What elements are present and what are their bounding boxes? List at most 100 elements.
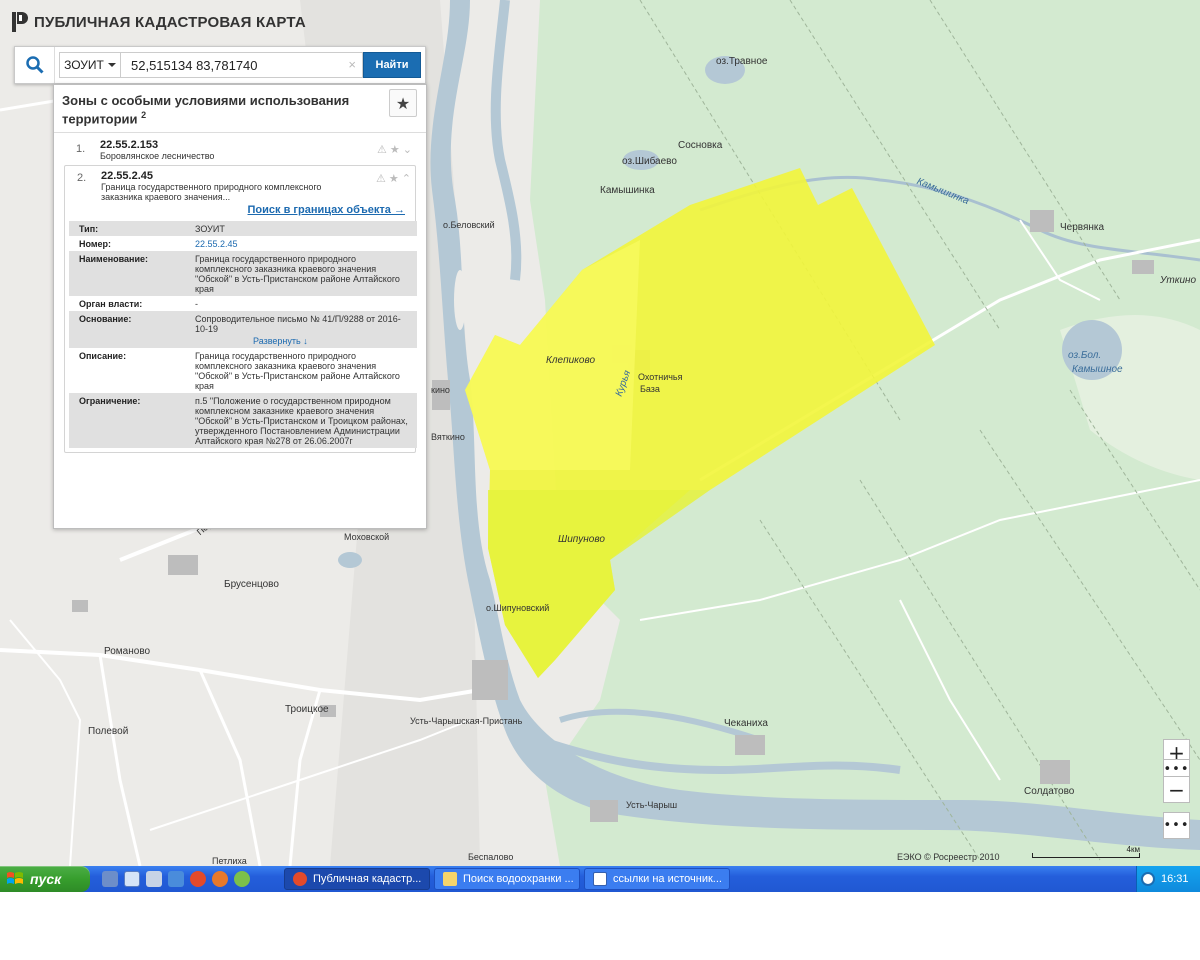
results-panel: Зоны с особыми условиями использования т…	[53, 84, 427, 529]
search-query-text: 52,515134 83,781740	[131, 57, 258, 73]
map-label-chervyanka: Червянка	[1060, 222, 1105, 233]
app-header: ПУБЛИЧНАЯ КАДАСТРОВАЯ КАРТА	[12, 12, 306, 32]
result-item-tools: ⚠ ★ ⌃	[376, 172, 411, 185]
task-button-links[interactable]: ссылки на источник...	[584, 868, 730, 890]
attr-value: ЗОУИТ	[185, 221, 417, 236]
quicklaunch-firefox-icon[interactable]	[212, 871, 228, 887]
panel-title-text: Зоны с особыми условиями использования т…	[62, 93, 350, 127]
attr-key: Тип:	[69, 221, 185, 236]
expand-link[interactable]: Развернуть ↓	[195, 336, 413, 346]
attr-row-description: Описание: Граница государственного приро…	[69, 348, 417, 393]
map-label-petlikha: Петлиха	[212, 856, 247, 866]
map-label-okhotnichya-2: База	[640, 384, 660, 394]
task-label: Поиск водоохранки ...	[463, 873, 574, 885]
map-label-kamyshinka: Камышинка	[600, 185, 655, 196]
tray-back-icon[interactable]	[1141, 872, 1155, 886]
star-icon: ★	[395, 93, 411, 113]
warning-icon[interactable]: ⚠	[376, 172, 386, 185]
find-button[interactable]: Найти	[363, 52, 421, 78]
result-item-2[interactable]: 2. 22.55.2.45 Граница государственного п…	[64, 165, 417, 453]
attr-value-cell: Сопроводительное письмо № 41/П/9288 от 2…	[185, 311, 417, 348]
start-button[interactable]: пуск	[0, 866, 90, 892]
map-label-kino: кино	[431, 385, 450, 395]
map-label-brusentsovo: Брусенцово	[224, 579, 279, 590]
scale-bar: 4км	[1032, 845, 1140, 859]
task-button-kadastr[interactable]: Публичная кадастр...	[284, 868, 430, 890]
search-bar: ЗОУИТ 52,515134 83,781740 × Найти	[14, 46, 426, 84]
search-type-select[interactable]: ЗОУИТ	[59, 52, 121, 78]
warning-icon[interactable]: ⚠	[377, 143, 387, 156]
taskbar: пуск Публичная кадастр... Поиск водоохра…	[0, 866, 1200, 892]
quicklaunch-save-icon[interactable]	[102, 871, 118, 887]
task-button-search[interactable]: Поиск водоохранки ...	[434, 868, 580, 890]
result-item-tools: ⚠ ★ ⌄	[377, 143, 412, 156]
quicklaunch-ie-icon[interactable]	[124, 871, 140, 887]
map-label-mokhovskoy: Моховской	[344, 532, 390, 542]
search-type-label: ЗОУИТ	[64, 58, 104, 72]
zoom-out-button[interactable]: −	[1163, 776, 1190, 803]
attr-row-authority: Орган власти: -	[69, 296, 417, 311]
map-label-oz-bol-2: Камышное	[1072, 364, 1123, 375]
more-options-button[interactable]: •••	[1163, 812, 1190, 839]
rosreestr-logo-icon	[12, 12, 28, 32]
map-label-klepikovo: Клепиково	[546, 355, 596, 366]
search-in-bounds-link[interactable]: Поиск в границах объекта →	[77, 204, 405, 216]
attr-key: Номер:	[69, 236, 185, 251]
map-label-troitskoe: Троицкое	[285, 704, 329, 715]
map-attribution: ЕЭКО © Росреестр 2010	[897, 852, 1000, 862]
map-label-chekanikha: Чеканиха	[724, 718, 768, 729]
result-item-code: 22.55.2.45	[101, 170, 153, 182]
map-label-oz-shibaevo: оз.Шибаево	[622, 156, 677, 167]
attr-value: п.5 "Положение о государственном природн…	[185, 393, 417, 448]
clear-icon[interactable]: ×	[348, 57, 356, 72]
search-input[interactable]: 52,515134 83,781740 ×	[121, 52, 363, 78]
attr-key: Ограничение:	[69, 393, 185, 448]
task-label: Публичная кадастр...	[313, 873, 422, 885]
panel-header: Зоны с особыми условиями использования т…	[54, 85, 426, 133]
attr-value: Граница государственного природного комп…	[185, 251, 417, 296]
quicklaunch-opera-icon[interactable]	[190, 871, 206, 887]
star-icon[interactable]: ★	[389, 172, 399, 185]
system-tray: 16:31	[1136, 866, 1200, 892]
map-label-ust-charyshskaya: Усть-Чарышская-Пристань	[410, 716, 523, 726]
attr-key: Описание:	[69, 348, 185, 393]
attr-value: Сопроводительное письмо № 41/П/9288 от 2…	[195, 314, 401, 334]
quicklaunch-arrows-icon[interactable]	[168, 871, 184, 887]
attr-row-restriction: Ограничение: п.5 "Положение о государств…	[69, 393, 417, 448]
task-label: ссылки на источник...	[613, 873, 722, 885]
map-label-shipunovo: Шипуново	[558, 534, 605, 545]
map-label-soldatovo: Солдатово	[1024, 786, 1075, 797]
map-canvas[interactable]: оз.Травное Сосновка оз.Шибаево Камышинка…	[0, 0, 1200, 866]
map-label-belpalovo: Беспалово	[468, 852, 514, 862]
scale-bar-line	[1032, 853, 1140, 858]
map-label-utkino: Уткино	[1160, 275, 1197, 286]
result-item-desc: Граница государственного природного комп…	[101, 182, 322, 202]
panel-title: Зоны с особыми условиями использования т…	[62, 93, 386, 126]
attr-key: Орган власти:	[69, 296, 185, 311]
attr-value: Граница государственного природного комп…	[185, 348, 417, 393]
star-icon[interactable]: ★	[390, 143, 400, 156]
map-label-polevoy: Полевой	[88, 726, 129, 737]
panel-count: 2	[141, 110, 147, 120]
map-label-romanovo: Романово	[104, 646, 151, 657]
attr-row-name: Наименование: Граница государственного п…	[69, 251, 417, 296]
chevron-up-icon[interactable]: ⌃	[402, 172, 411, 185]
clock: 16:31	[1161, 873, 1189, 885]
favorite-star-button[interactable]: ★	[389, 89, 417, 117]
map-label-sosnovka: Сосновка	[678, 140, 723, 151]
quicklaunch-doc-icon[interactable]	[146, 871, 162, 887]
result-item-1[interactable]: 1. 22.55.2.153 Боровлянское лесничество …	[54, 133, 426, 165]
attr-value: -	[185, 296, 417, 311]
quicklaunch-app-icon[interactable]	[234, 871, 250, 887]
result-item-number: 1.	[76, 143, 86, 155]
map-label-vyatkino: Вяткино	[431, 432, 465, 442]
search-icon[interactable]	[15, 47, 55, 83]
attr-row-basis: Основание: Сопроводительное письмо № 41/…	[69, 311, 417, 348]
map-label-o-shipunovsky: о.Шипуновский	[486, 603, 550, 613]
opera-icon	[293, 872, 307, 886]
attributes-table: Тип: ЗОУИТ Номер: 22.55.2.45 Наименовани…	[69, 221, 417, 448]
map-label-okhotnichya-1: Охотничья	[638, 372, 683, 382]
chevron-down-icon[interactable]: ⌄	[403, 143, 412, 156]
attr-row-type: Тип: ЗОУИТ	[69, 221, 417, 236]
attr-value-link[interactable]: 22.55.2.45	[185, 236, 417, 251]
